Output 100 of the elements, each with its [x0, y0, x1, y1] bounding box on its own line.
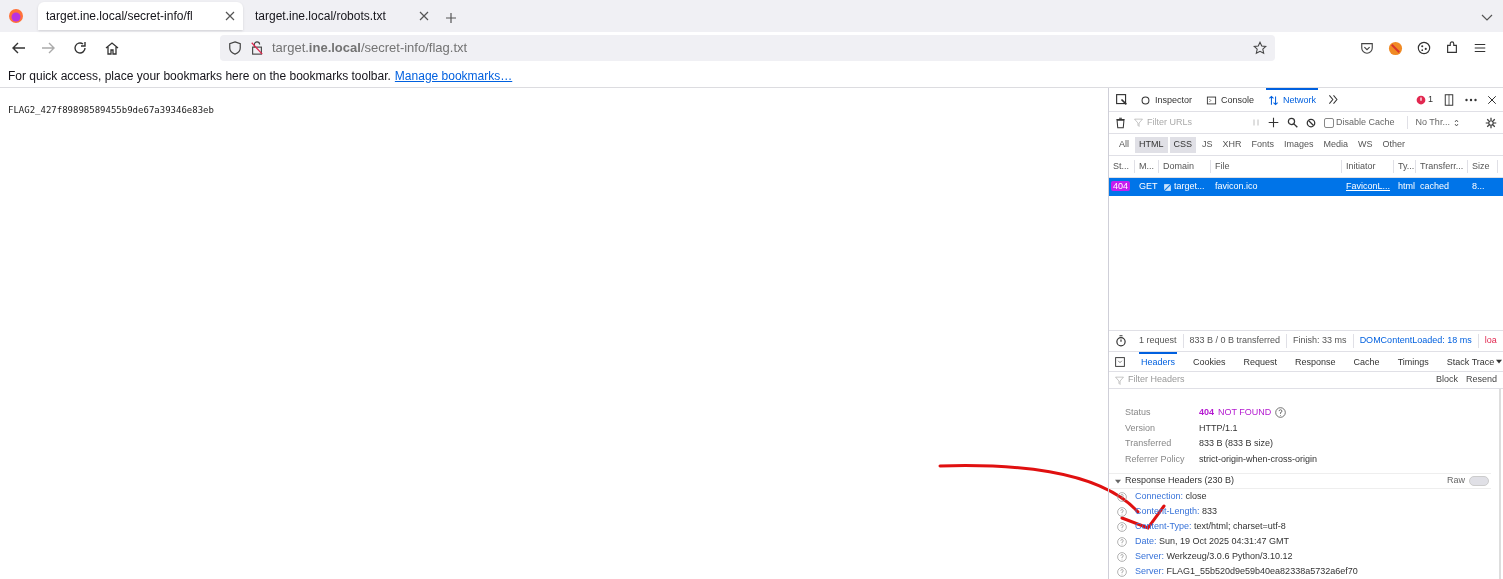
table-cell-text: cached [1419, 180, 1451, 194]
type-filter-button[interactable]: Fonts [1247, 136, 1279, 153]
field-label: Version [1125, 421, 1157, 435]
pocket-icon[interactable] [1360, 41, 1374, 55]
console-icon [1206, 95, 1218, 106]
initiator-link[interactable]: FaviconL... [1342, 180, 1394, 194]
back-icon[interactable] [11, 40, 27, 56]
menu-icon[interactable] [1473, 41, 1487, 55]
header-entry: Date: Sun, 19 Oct 2025 04:31:47 GMT [1135, 534, 1290, 548]
type-filter-button[interactable]: XHR [1218, 136, 1246, 153]
table-cell-text: GET [1138, 180, 1159, 194]
text-button[interactable]: Block [1435, 373, 1458, 387]
devtools-tab[interactable]: Network [1266, 87, 1319, 112]
column-header[interactable]: Domain [1159, 159, 1211, 174]
summary-text: loa [1478, 334, 1503, 348]
table-cell-text: 8... [1471, 180, 1486, 194]
type-filter-button[interactable]: CSS [1169, 136, 1197, 153]
browser-logo-icon[interactable] [8, 8, 24, 24]
caret-icon[interactable] [1496, 359, 1503, 364]
type-filter-button[interactable]: WS [1354, 136, 1377, 153]
new-tab-icon[interactable] [445, 12, 457, 24]
detail-tab[interactable]: Timings [1395, 351, 1431, 372]
type-filter-button[interactable]: Media [1319, 136, 1353, 153]
field-value: 833 B (833 B size) [1199, 437, 1274, 450]
close-icon[interactable] [1487, 94, 1497, 105]
settings-icon[interactable] [1485, 116, 1497, 129]
field-value: strict-origin-when-cross-origin [1199, 452, 1318, 466]
column-header[interactable]: St... [1109, 159, 1135, 174]
add-icon[interactable] [1268, 117, 1279, 128]
type-filter-button[interactable]: HTML [1135, 136, 1168, 153]
raw-label: Raw [1447, 474, 1465, 488]
detail-tab[interactable]: Cookies [1191, 351, 1228, 372]
status-badge: 404 [1111, 181, 1131, 192]
type-filter-button[interactable]: JS [1198, 136, 1217, 153]
manage-bookmarks-link[interactable]: Manage bookmarks… [394, 66, 513, 85]
type-filter-button[interactable]: All [1115, 136, 1133, 153]
network-icon [1268, 95, 1280, 106]
text-button[interactable]: Resend [1465, 373, 1497, 387]
summary-text: DOMContentLoaded: 18 ms [1353, 334, 1479, 348]
filter-headers-field[interactable]: Filter Headers [1128, 373, 1248, 387]
devtools-tab[interactable]: Inspector [1138, 87, 1195, 112]
help-icon[interactable] [1275, 407, 1287, 419]
header-entry: Server: Werkzeug/3.0.6 Python/3.10.12 [1135, 549, 1293, 563]
help-icon[interactable] [1117, 491, 1127, 502]
type-filter-button[interactable]: Images [1280, 136, 1318, 153]
summary-text: 1 request [1133, 334, 1184, 348]
address-bar[interactable]: target.ine.local/secret-info/flag.txt [220, 35, 1275, 61]
summary-text: Finish: 33 ms [1287, 334, 1354, 348]
raw-toggle[interactable] [1469, 476, 1489, 486]
column-header[interactable]: Ty... [1394, 159, 1416, 174]
puzzle-icon[interactable] [1445, 41, 1459, 55]
close-icon[interactable] [419, 11, 429, 21]
close-icon[interactable] [225, 11, 235, 21]
browser-tab[interactable]: target.ine.local/secret-info/fl [38, 2, 243, 30]
type-filter-button[interactable]: Other [1378, 136, 1410, 153]
summary-text: 833 B / 0 B transferred [1183, 334, 1288, 348]
block-icon[interactable] [1306, 117, 1316, 128]
list-tabs-icon[interactable] [1481, 14, 1493, 22]
insecure-icon [1163, 182, 1172, 192]
field-label: Transferred [1125, 437, 1173, 450]
detail-tab[interactable]: Request [1241, 351, 1280, 372]
dock-icon[interactable] [1443, 93, 1455, 106]
column-header[interactable]: File [1211, 159, 1342, 174]
devtools-tab[interactable]: Console [1204, 87, 1257, 112]
browser-tab[interactable]: target.ine.local/robots.txt [247, 2, 437, 30]
more-options-icon[interactable] [1465, 97, 1477, 102]
sidebar-toggle-icon[interactable] [1115, 356, 1125, 367]
search-icon[interactable] [1287, 117, 1298, 128]
more-tabs-icon[interactable] [1328, 94, 1340, 105]
bookmark-star-icon[interactable] [1253, 41, 1267, 55]
inspector-icon [1140, 95, 1151, 106]
filter-urls-field[interactable]: Filter URLs [1147, 115, 1237, 130]
detail-tab[interactable]: Cache [1351, 351, 1382, 372]
twisty-icon[interactable] [1115, 478, 1121, 484]
updown-caret-icon [1453, 118, 1459, 127]
detail-tab[interactable]: Response [1293, 351, 1338, 372]
trash-icon[interactable] [1115, 116, 1126, 129]
reload-icon[interactable] [72, 40, 88, 56]
pick-element-icon[interactable] [1115, 93, 1128, 106]
column-header[interactable]: M... [1135, 159, 1159, 174]
checkbox[interactable] [1324, 117, 1334, 128]
header-entry: Server: FLAG1_55b520d9e59b40ea82338a5732a6ef70 [1135, 564, 1358, 578]
home-icon[interactable] [104, 40, 120, 56]
throttle-dropdown[interactable]: No Thr... [1406, 115, 1459, 130]
field-label: Status [1125, 406, 1152, 419]
filter-icon [1134, 118, 1143, 127]
column-header[interactable]: Size [1468, 159, 1498, 174]
section-title: Response Headers (230 B) [1125, 474, 1235, 488]
url-text: target.ine.local/secret-info/flag.txt [272, 39, 469, 58]
filter-icon [1115, 375, 1124, 385]
shield-icon [228, 41, 242, 55]
request-row[interactable]: 404 GET target... favicon.ico FaviconL... html cached 8... [1109, 178, 1503, 196]
column-header[interactable]: Transferr... [1416, 159, 1468, 174]
detail-tab[interactable]: Stack Trace [1444, 351, 1497, 372]
cookie-icon[interactable] [1417, 41, 1431, 55]
page-text: FLAG2_427f89898589455b9de67a39346e83eb [8, 105, 214, 115]
column-header[interactable]: Initiator [1342, 159, 1394, 174]
extension-badge-icon[interactable] [1388, 40, 1403, 56]
error-count: 1 [1428, 92, 1433, 106]
detail-tab[interactable]: Headers [1139, 351, 1178, 372]
